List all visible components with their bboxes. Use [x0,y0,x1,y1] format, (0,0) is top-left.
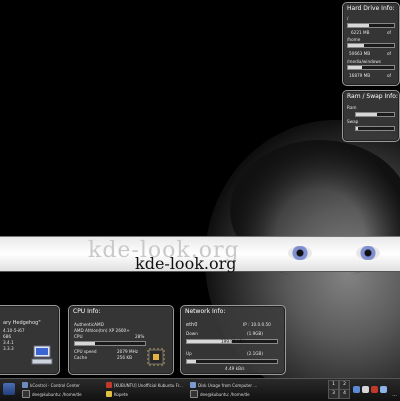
taskbar-task-control-center[interactable]: kControl - Control Center [22,381,102,389]
disk-usage-icon [190,382,196,388]
task-label: dee@kubuntu: /home/de [200,391,250,397]
cpu-chip-icon [147,348,165,366]
cpu-info-panel[interactable]: CPU Info: AuthenticAMD AMD Athlon(tm) XP… [68,305,174,375]
taskbar-task-kubuntu-forum[interactable]: [KUBUNTU] Unofficial Kubuntu Fr... [106,381,186,389]
hdd-home-bar [347,43,395,48]
taskbar-task-terminal-2[interactable]: dee@kubuntu: /home/de [190,390,270,398]
network-info-panel[interactable]: Network Info: eth0 IP : 10.0.0.50 Down (… [180,305,286,375]
hdd-windows-label: /media/windows [347,59,381,64]
browser-icon [106,382,112,388]
network-up-total: (2.1GB) [247,351,264,356]
ram-label: Ram [347,105,357,110]
system-info-panel[interactable]: ary Hedgehog" 4.10-5-i67 686 3.4.1 3.3.3 [0,305,60,375]
network-interface: eth0 [186,322,198,328]
wallpaper-eye-right [356,246,380,260]
desktop-4[interactable]: 4 [339,389,350,399]
task-label: dee@kubuntu: /home/de [32,391,82,397]
hdd-root-bar [347,23,395,28]
hdd-root-label: / [347,16,349,21]
hdd-home-value: 50663 MB [349,51,371,56]
hdd-windows-value: 16879 MB [349,73,371,78]
desktop-3[interactable]: 3 [328,389,339,399]
control-center-icon [22,382,28,388]
network-down-label: Down [186,331,198,336]
cpu-model: AMD Athlon(tm) XP 2600+ [74,328,130,333]
hdd-home-unit: of [387,51,392,56]
tray-clipboard-icon[interactable] [380,386,387,393]
cpu-usage-label: CPU [74,334,83,339]
taskbar-task-terminal-1[interactable]: dee@kubuntu: /home/de [22,390,102,398]
hdd-windows-unit: of [387,73,392,78]
tray-volume-icon[interactable] [362,386,369,393]
task-label: kControl - Control Center [30,382,80,388]
cpu-cache-value: 256 KB [117,355,132,360]
hdd-windows-bar [347,65,395,70]
cpu-speed-value: 2079 MHz [117,349,138,354]
cpu-usage-bar [74,341,146,346]
task-label: Disk Usage from Computer ... [198,382,258,388]
ram-swap-panel[interactable]: Ram / Swap Info: Ram Swap [342,90,400,142]
hard-drive-panel[interactable]: Hard Drive Info: / 6221 MB of /home 5066… [342,2,400,86]
hard-drive-title: Hard Drive Info: [347,5,395,12]
task-label: [KUBUNTU] Unofficial Kubuntu Fr... [114,382,183,388]
network-up-rate: 4.49 kB/s [225,366,245,371]
network-down-rate: 199.99 kB/s [221,339,246,344]
terminal-icon [190,390,198,398]
system-qt-line: 3.3.3 [3,346,14,351]
cpu-cache-label: Cache [74,355,88,360]
hdd-root-unit: of [387,30,392,35]
taskbar-task-kopete[interactable]: Kopete [106,390,186,398]
k-menu-button[interactable] [3,383,15,395]
task-label: Kopete [114,391,128,397]
system-distro-line: ary Hedgehog" [3,320,41,326]
system-kernel-line: 4.10-5-i67 [3,328,25,333]
swap-label: Swap [347,119,359,124]
tray-update-icon[interactable] [371,386,378,393]
system-kde-line: 3.4.1 [3,340,14,345]
ram-swap-title: Ram / Swap Info: [347,93,398,100]
taskbar-clock[interactable]: ... [392,392,397,398]
wallpaper-eye-left [288,246,312,260]
swap-bar [355,126,395,131]
terminal-icon [22,390,30,398]
network-up-label: Up [186,351,192,356]
cpu-usage-value: 28% [135,334,145,339]
tray-network-icon[interactable] [353,386,360,393]
cpu-speed-label: CPU speed [74,349,97,354]
ram-bar [355,112,395,117]
network-up-bar [186,359,278,364]
wallpaper-text: kde-look.org [135,254,237,273]
network-ip: IP : 10.0.0.50 [243,322,271,327]
cpu-info-title: CPU Info: [73,308,101,315]
network-info-title: Network Info: [185,308,226,315]
kopete-icon [106,391,112,397]
cpu-vendor: AuthenticAMD [74,322,104,327]
system-arch-line: 686 [3,334,11,339]
hdd-root-value: 6221 MB [351,30,370,35]
hdd-home-label: /home [347,37,361,42]
computer-icon [31,345,53,365]
taskbar-task-disk-usage[interactable]: Disk Usage from Computer ... [190,381,270,389]
network-down-total: (1.9GB) [247,331,264,336]
